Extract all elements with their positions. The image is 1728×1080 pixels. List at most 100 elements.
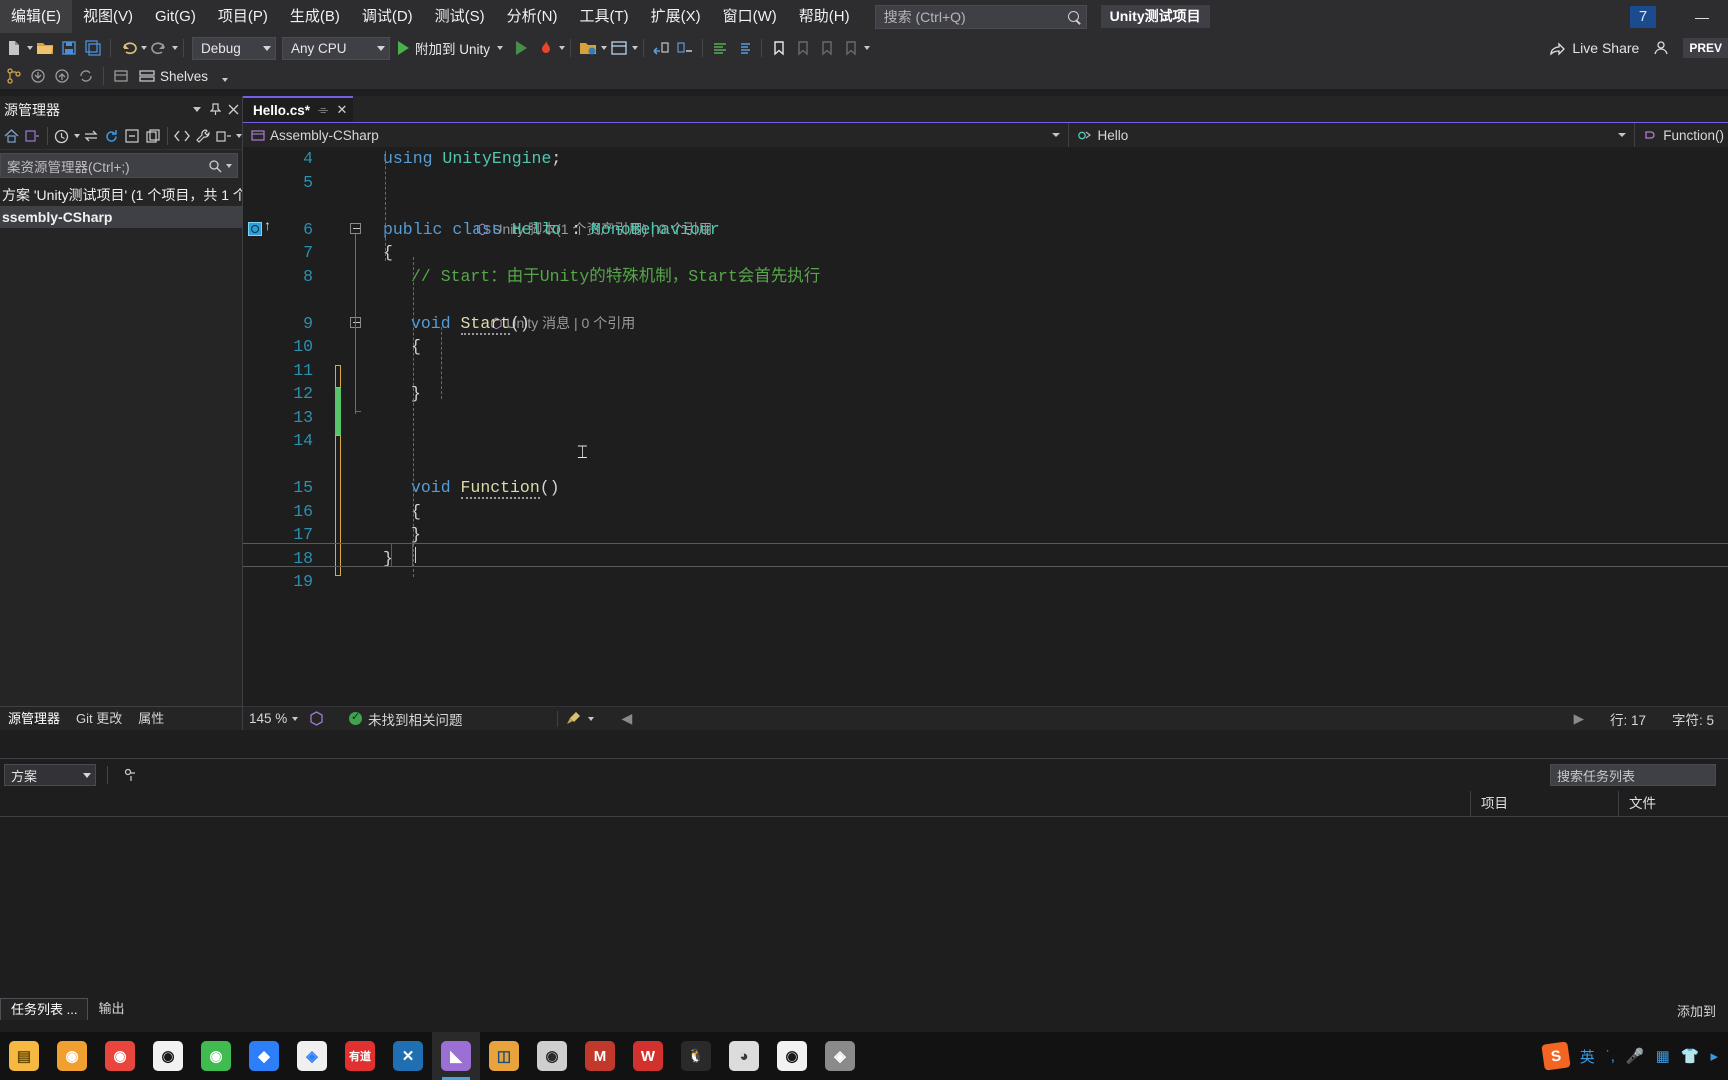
sogou-ime-icon[interactable]: S — [1541, 1041, 1571, 1071]
issues-indicator[interactable]: 未找到相关问题 — [349, 709, 463, 729]
minimize-button[interactable]: — — [1680, 0, 1724, 33]
navigate-backward-icon[interactable] — [649, 36, 673, 60]
menu-tools[interactable]: 工具(T) — [568, 0, 639, 33]
file-tab-hello-cs[interactable]: Hello.cs* ⌯ ✕ — [243, 96, 354, 122]
task-list-search-input[interactable]: 搜索任务列表 — [1550, 764, 1716, 786]
solution-explorer-search-input[interactable]: 案资源管理器(Ctrl+;) — [0, 153, 238, 178]
git-pull-icon[interactable] — [26, 64, 50, 88]
ime-language-indicator[interactable]: 英 — [1580, 1046, 1595, 1067]
unity-status-icon[interactable] — [303, 711, 329, 726]
menu-view[interactable]: 视图(V) — [72, 0, 144, 33]
properties-wrench-icon[interactable] — [193, 125, 213, 147]
taskbar-item-file-explorer[interactable]: ▤ — [0, 1032, 48, 1080]
panel-dropdown-icon[interactable] — [188, 100, 206, 120]
menu-git[interactable]: Git(G) — [144, 0, 207, 33]
hot-reload-icon[interactable] — [534, 36, 558, 60]
back-to-solution-icon[interactable] — [23, 125, 43, 147]
ime-punctuation-icon[interactable]: ˙, — [1606, 1048, 1615, 1065]
breadcrumb-type[interactable]: Hello — [1069, 123, 1132, 148]
breadcrumb-project-dropdown-icon[interactable] — [1052, 133, 1061, 137]
toolbar-overflow-icon[interactable] — [864, 46, 871, 50]
next-bookmark-icon[interactable] — [815, 36, 839, 60]
code-text-layer[interactable]: using UnityEngine; ⬡ Unity 脚本(1 个资产引用) |… — [243, 147, 1728, 706]
taskbar-item-app-red-m[interactable]: M — [576, 1032, 624, 1080]
filter-icon[interactable] — [119, 764, 141, 786]
code-editor-surface[interactable]: ↑ 4 5 · 6 7 8 · 9 10 11 12 13 14 · 15 16… — [243, 147, 1728, 706]
shelves-button[interactable]: Shelves — [133, 68, 214, 84]
tab-properties[interactable]: 属性 — [130, 707, 172, 731]
git-branch-icon[interactable] — [2, 64, 26, 88]
code-view-icon[interactable] — [172, 125, 192, 147]
prev-bookmark-icon[interactable] — [791, 36, 815, 60]
tree-row-project[interactable]: ssembly-CSharp — [0, 206, 242, 228]
pending-changes-icon[interactable] — [52, 125, 72, 147]
task-col-description[interactable] — [0, 791, 1470, 817]
refresh-icon[interactable] — [102, 125, 122, 147]
save-icon[interactable] — [57, 36, 81, 60]
fold-toggle-class[interactable] — [350, 223, 361, 234]
toolbar2-overflow-icon[interactable] — [222, 78, 229, 82]
pending-dropdown-icon[interactable] — [73, 134, 80, 138]
code-cleanup-button[interactable] — [566, 711, 594, 726]
account-icon[interactable] — [1645, 36, 1675, 60]
menu-analyze[interactable]: 分析(N) — [496, 0, 569, 33]
fold-margin[interactable] — [347, 147, 369, 706]
menu-extensions[interactable]: 扩展(X) — [640, 0, 712, 33]
taskbar-item-firefox-like[interactable]: ◉ — [48, 1032, 96, 1080]
taskbar-item-chat-ghost[interactable]: ◕ — [720, 1032, 768, 1080]
platform-combo[interactable]: Any CPU — [282, 36, 390, 60]
menu-build[interactable]: 生成(B) — [279, 0, 351, 33]
scroll-right-icon[interactable]: ▶ — [1574, 711, 1584, 727]
search-options-icon[interactable] — [226, 163, 232, 168]
home-icon[interactable] — [2, 125, 22, 147]
tab-output[interactable]: 输出 — [88, 998, 134, 1020]
comment-lines-icon[interactable] — [708, 36, 732, 60]
notifications-badge[interactable]: 7 — [1630, 5, 1656, 28]
taskbar-item-youdao[interactable]: 有道 — [336, 1032, 384, 1080]
taskbar-item-app-gray[interactable]: ◈ — [816, 1032, 864, 1080]
zoom-level-combo[interactable]: 145 % — [243, 711, 303, 726]
global-search-input[interactable]: 搜索 (Ctrl+Q) — [874, 4, 1087, 29]
taskbar-item-vscode[interactable]: ✕ — [384, 1032, 432, 1080]
taskbar-item-wps[interactable]: W — [624, 1032, 672, 1080]
redo-icon[interactable] — [147, 36, 171, 60]
navigate-forward-icon[interactable] — [673, 36, 697, 60]
keyboard-icon[interactable]: ▦ — [1656, 1047, 1670, 1065]
menu-project[interactable]: 项目(P) — [207, 0, 279, 33]
window-layout-icon[interactable] — [607, 36, 631, 60]
unity-script-glyph-icon[interactable] — [248, 222, 262, 236]
sync-views-icon[interactable] — [81, 125, 101, 147]
glyph-margin[interactable]: ↑ — [243, 147, 273, 706]
stash-icon[interactable] — [109, 64, 133, 88]
git-push-icon[interactable] — [50, 64, 74, 88]
pin-icon[interactable]: ⌯ — [318, 102, 328, 118]
uncomment-lines-icon[interactable] — [732, 36, 756, 60]
task-col-project[interactable]: 项目 — [1470, 790, 1618, 817]
clear-bookmarks-icon[interactable] — [839, 36, 863, 60]
taskbar-item-recorder[interactable]: ◉ — [144, 1032, 192, 1080]
save-all-icon[interactable] — [81, 36, 105, 60]
menu-debug[interactable]: 调试(D) — [351, 0, 424, 33]
scroll-left-icon[interactable]: ◀ — [622, 710, 633, 727]
task-col-file[interactable]: 文件 — [1618, 790, 1728, 817]
taskbar-item-app-white[interactable]: ◈ — [288, 1032, 336, 1080]
chevron-down-icon[interactable] — [497, 46, 504, 50]
live-share-button[interactable]: Live Share — [1543, 40, 1645, 56]
sx-overflow-icon[interactable] — [236, 134, 243, 138]
hot-reload-dropdown-icon[interactable] — [559, 46, 566, 50]
git-sync-icon[interactable] — [74, 64, 98, 88]
task-scope-combo[interactable]: 方案 — [4, 764, 96, 786]
tray-overflow-icon[interactable]: ▸ — [1710, 1047, 1718, 1065]
undo-icon[interactable] — [116, 36, 140, 60]
build-config-combo[interactable]: Debug — [192, 36, 276, 60]
pin-icon[interactable] — [206, 100, 224, 120]
menu-edit[interactable]: 编辑(E) — [0, 0, 72, 33]
start-without-debug-icon[interactable] — [508, 36, 534, 60]
menu-test[interactable]: 测试(S) — [424, 0, 496, 33]
close-icon[interactable] — [224, 100, 242, 120]
collapse-all-icon[interactable] — [123, 125, 143, 147]
tree-row-solution[interactable]: 方案 'Unity测试项目' (1 个项目，共 1 个) — [0, 184, 242, 206]
taskbar-item-recorder2[interactable]: ◉ — [768, 1032, 816, 1080]
taskbar-item-qq[interactable]: 🐧 — [672, 1032, 720, 1080]
taskbar-item-visual-studio-preview[interactable]: ◣ — [432, 1032, 480, 1080]
